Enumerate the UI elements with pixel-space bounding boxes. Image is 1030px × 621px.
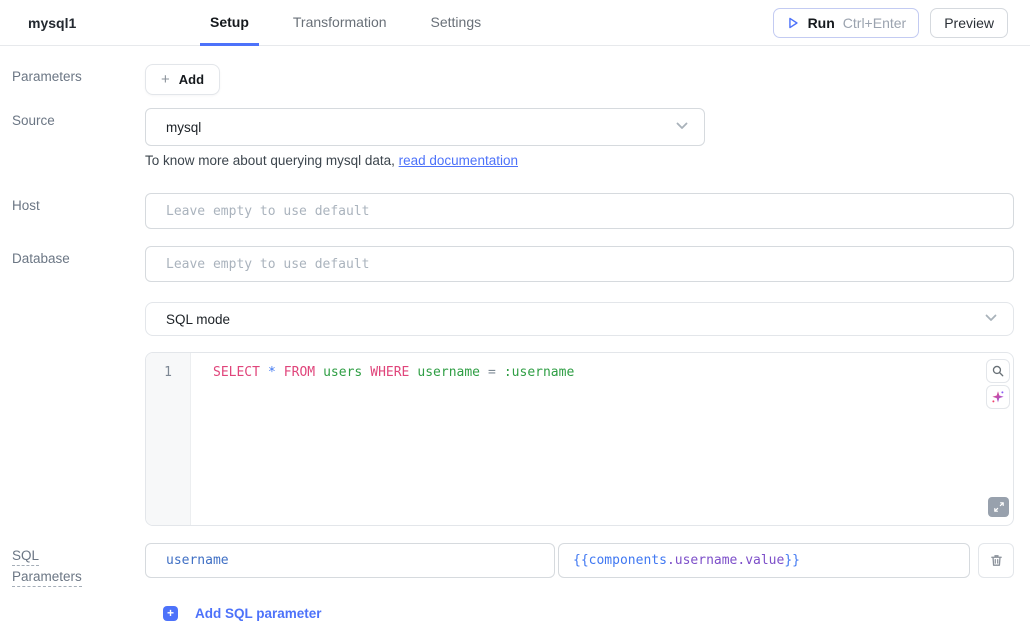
sql-parameters-label-line1: SQL xyxy=(12,548,39,566)
chevron-down-icon xyxy=(674,118,690,137)
help-text: To know more about querying mysql data, xyxy=(145,153,399,168)
parameters-row: Parameters + Add xyxy=(0,64,1030,95)
sql-code-editor[interactable]: 1 SELECT * FROM users WHERE username = :usernam… xyxy=(145,352,1014,526)
play-icon xyxy=(786,16,800,30)
source-row: Source mysql To know more about querying… xyxy=(0,108,1030,168)
sql-keyword: SELECT xyxy=(213,365,260,380)
query-editor-panel: mysql1 Setup Transformation Settings Run… xyxy=(0,0,1030,621)
sql-mode-selected-value: SQL mode xyxy=(166,312,230,327)
read-documentation-link[interactable]: read documentation xyxy=(399,153,518,168)
tab-settings[interactable]: Settings xyxy=(421,0,492,46)
parameter-key-input[interactable]: username xyxy=(145,543,555,578)
host-row: Host xyxy=(0,193,1030,229)
header: mysql1 Setup Transformation Settings Run… xyxy=(0,0,1030,46)
host-input[interactable] xyxy=(145,193,1014,229)
expand-editor-button[interactable] xyxy=(988,497,1009,517)
sql-keyword: FROM xyxy=(284,365,315,380)
plus-icon: + xyxy=(161,72,170,87)
expand-icon xyxy=(993,501,1005,513)
parameters-label: Parameters xyxy=(0,64,145,95)
parameter-value-input[interactable]: {{components.username.value}} xyxy=(558,543,970,578)
line-number: 1 xyxy=(146,365,190,380)
plus-square-icon: + xyxy=(163,606,178,621)
editor-toolbar xyxy=(986,359,1010,409)
sql-star: * xyxy=(268,365,276,380)
chevron-down-icon xyxy=(983,310,999,329)
sql-parameters-label: SQL Parameters xyxy=(0,543,145,590)
run-label: Run xyxy=(808,15,835,31)
tab-setup[interactable]: Setup xyxy=(200,0,259,46)
preview-button[interactable]: Preview xyxy=(930,8,1008,38)
template-close-brace: }} xyxy=(784,553,800,568)
sql-parameters-row: SQL Parameters username {{components.use… xyxy=(0,543,1030,590)
database-row: Database xyxy=(0,246,1030,282)
sql-parameter-row: username {{components.username.value}} xyxy=(145,543,1014,578)
template-property-path: .username.value xyxy=(667,553,784,568)
header-actions: Run Ctrl+Enter Preview xyxy=(773,8,1008,38)
sql-identifier: users xyxy=(323,365,362,380)
add-parameter-button[interactable]: + Add xyxy=(145,64,220,95)
source-help-text: To know more about querying mysql data, … xyxy=(145,153,1014,168)
code-area[interactable]: SELECT * FROM users WHERE username = :username xyxy=(191,353,1013,525)
host-label: Host xyxy=(0,193,145,229)
source-select[interactable]: mysql xyxy=(145,108,705,146)
search-icon xyxy=(991,364,1005,378)
add-parameter-label: Add xyxy=(179,72,204,87)
tab-bar: Setup Transformation Settings xyxy=(200,0,491,46)
sql-bind-variable: :username xyxy=(504,365,574,380)
sql-mode-row: SQL mode xyxy=(0,302,1030,336)
query-title[interactable]: mysql1 xyxy=(28,15,76,31)
source-label: Source xyxy=(0,108,145,168)
tab-transformation[interactable]: Transformation xyxy=(283,0,397,46)
sql-keyword: WHERE xyxy=(370,365,409,380)
run-button[interactable]: Run Ctrl+Enter xyxy=(773,8,920,38)
database-input[interactable] xyxy=(145,246,1014,282)
template-variable: components xyxy=(589,553,667,568)
search-button[interactable] xyxy=(986,359,1010,383)
add-sql-parameter-label: Add SQL parameter xyxy=(195,606,322,621)
sql-parameters-label-line2: Parameters xyxy=(12,569,82,587)
editor-gutter: 1 xyxy=(146,353,191,525)
delete-parameter-button[interactable] xyxy=(978,543,1014,578)
sparkles-icon xyxy=(990,389,1006,405)
sql-mode-select[interactable]: SQL mode xyxy=(145,302,1014,336)
add-sql-parameter-row: + Add SQL parameter xyxy=(0,606,1030,621)
trash-icon xyxy=(989,553,1004,568)
database-label: Database xyxy=(0,246,145,282)
sql-operator: = xyxy=(488,365,496,380)
sql-identifier: username xyxy=(417,365,480,380)
ai-assist-button[interactable] xyxy=(986,385,1010,409)
run-shortcut: Ctrl+Enter xyxy=(843,15,906,31)
add-sql-parameter-button[interactable]: + Add SQL parameter xyxy=(145,606,1014,621)
template-open-brace: {{ xyxy=(573,553,589,568)
source-selected-value: mysql xyxy=(166,120,201,135)
code-editor-row: 1 SELECT * FROM users WHERE username = :usernam… xyxy=(0,352,1030,526)
